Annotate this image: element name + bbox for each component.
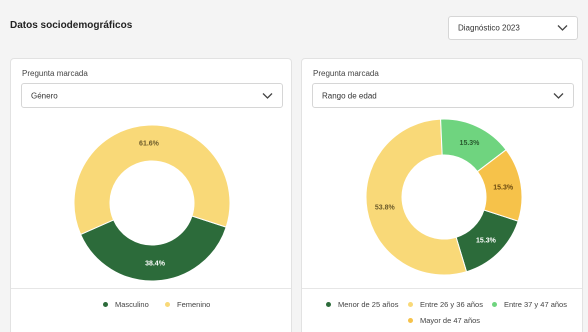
legend-dot: [165, 302, 170, 307]
legend-label: Entre 37 y 47 años: [504, 300, 567, 309]
legend-item[interactable]: Entre 37 y 47 años: [492, 300, 567, 309]
gender-card: Pregunta marcada Género 38.4% 61.6% Mascu…: [10, 58, 292, 332]
legend-label: Entre 26 y 36 años: [420, 300, 483, 309]
question-select-gender[interactable]: Género: [21, 83, 283, 108]
question-select-value: Género: [31, 91, 58, 100]
question-select-value: Rango de edad: [322, 91, 377, 100]
legend-dot: [326, 302, 331, 307]
legend-item[interactable]: Masculino: [103, 300, 149, 309]
legend-label: Menor de 25 años: [338, 300, 399, 309]
gender-donut-chart: 38.4% 61.6%: [73, 124, 231, 282]
legend-dot: [408, 318, 413, 323]
legend-dot: [492, 302, 497, 307]
chevron-down-icon: [557, 25, 568, 31]
age-card: Pregunta marcada Rango de edad 15.3% 53.8…: [301, 58, 583, 332]
slice-value-label: 15.3%: [493, 184, 514, 191]
divider: [302, 288, 582, 289]
slice-value-label: 15.3%: [476, 237, 497, 244]
legend-item[interactable]: Mayor de 47 años: [408, 316, 480, 325]
diagnostic-year-select[interactable]: Diagnóstico 2023: [448, 16, 578, 40]
legend-label: Masculino: [115, 300, 149, 309]
page-title: Datos sociodemográficos: [10, 20, 133, 31]
legend-dot: [408, 302, 413, 307]
age-legend: Menor de 25 años Entre 26 y 36 años Entre …: [302, 300, 584, 332]
legend-item[interactable]: Femenino: [165, 300, 210, 309]
question-label: Pregunta marcada: [22, 69, 88, 78]
chevron-down-icon: [553, 92, 564, 99]
donut-slice[interactable]: [79, 215, 227, 282]
legend-dot: [103, 302, 108, 307]
slice-value-label: 53.8%: [375, 205, 396, 212]
slice-value-label: 15.3%: [460, 140, 481, 147]
slice-value-label: 38.4%: [145, 260, 166, 267]
diagnostic-year-value: Diagnóstico 2023: [458, 23, 520, 33]
question-select-age[interactable]: Rango de edad: [312, 83, 574, 108]
question-label: Pregunta marcada: [313, 69, 379, 78]
divider: [11, 288, 291, 289]
slice-value-label: 61.6%: [139, 141, 160, 148]
chevron-down-icon: [262, 92, 273, 99]
legend-label: Femenino: [177, 300, 211, 309]
gender-legend: Masculino Femenino: [11, 300, 293, 330]
header-bar: Datos sociodemográficos Diagnóstico 2023: [0, 0, 588, 52]
legend-label: Mayor de 47 años: [420, 316, 481, 325]
legend-item[interactable]: Menor de 25 años: [326, 300, 398, 309]
age-donut-chart: 15.3% 53.8% 15.3% 15.3%: [365, 118, 523, 276]
legend-item[interactable]: Entre 26 y 36 años: [408, 300, 483, 309]
